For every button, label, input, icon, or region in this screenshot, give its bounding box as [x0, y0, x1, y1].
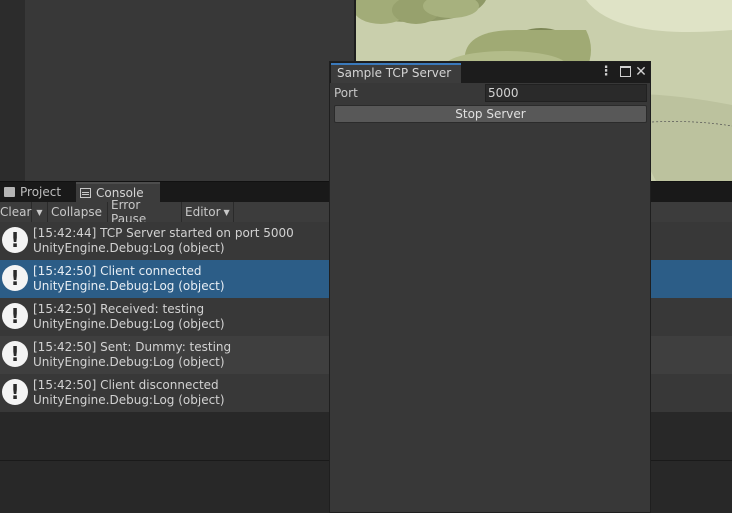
log-message: [15:42:50] Sent: Dummy: testing — [33, 340, 232, 354]
info-icon: ! — [2, 379, 28, 405]
hierarchy-panel — [25, 0, 355, 181]
log-source: UnityEngine.Debug:Log (object) — [33, 279, 225, 293]
log-message: [15:42:50] Received: testing — [33, 302, 205, 316]
clear-button[interactable]: Clear — [0, 202, 32, 222]
info-icon: ! — [2, 303, 28, 329]
window-title: Sample TCP Server — [337, 66, 452, 80]
tab-project[interactable]: Project — [0, 182, 74, 202]
info-icon: ! — [2, 341, 28, 367]
clear-button-label: Clear — [0, 205, 32, 219]
collapse-toggle[interactable]: Collapse — [48, 202, 108, 222]
sample-tcp-server-window: Sample TCP Server ⋮ ✕ Port Stop Server — [329, 61, 651, 513]
editor-label: Editor — [185, 205, 221, 219]
error-pause-toggle[interactable]: Error Pause — [108, 198, 182, 226]
window-tab[interactable]: Sample TCP Server — [331, 63, 461, 83]
window-titlebar[interactable]: Sample TCP Server ⋮ ✕ — [330, 62, 650, 83]
left-panel-strip — [0, 0, 25, 181]
chevron-down-icon: ▼ — [223, 207, 230, 217]
log-message: [15:42:44] TCP Server started on port 50… — [33, 226, 294, 240]
maximize-icon[interactable] — [617, 64, 633, 80]
log-source: UnityEngine.Debug:Log (object) — [33, 241, 225, 255]
log-source: UnityEngine.Debug:Log (object) — [33, 355, 225, 369]
tab-project-label: Project — [20, 185, 62, 199]
close-icon[interactable]: ✕ — [633, 64, 649, 80]
stop-server-button[interactable]: Stop Server — [334, 105, 647, 123]
editor-dropdown[interactable]: Editor ▼ — [182, 202, 234, 222]
chevron-down-icon: ▼ — [36, 207, 43, 217]
info-icon: ! — [2, 265, 28, 291]
clear-options-dropdown[interactable]: ▼ — [32, 202, 48, 222]
info-icon: ! — [2, 227, 28, 253]
collapse-label: Collapse — [51, 205, 102, 219]
log-message: [15:42:50] Client connected — [33, 264, 202, 278]
console-icon — [80, 188, 91, 198]
port-input[interactable] — [485, 84, 647, 102]
port-label: Port — [334, 86, 358, 100]
log-source: UnityEngine.Debug:Log (object) — [33, 393, 225, 407]
log-source: UnityEngine.Debug:Log (object) — [33, 317, 225, 331]
more-options-icon[interactable]: ⋮ — [598, 64, 614, 80]
log-message: [15:42:50] Client disconnected — [33, 378, 219, 392]
folder-icon — [4, 187, 15, 197]
